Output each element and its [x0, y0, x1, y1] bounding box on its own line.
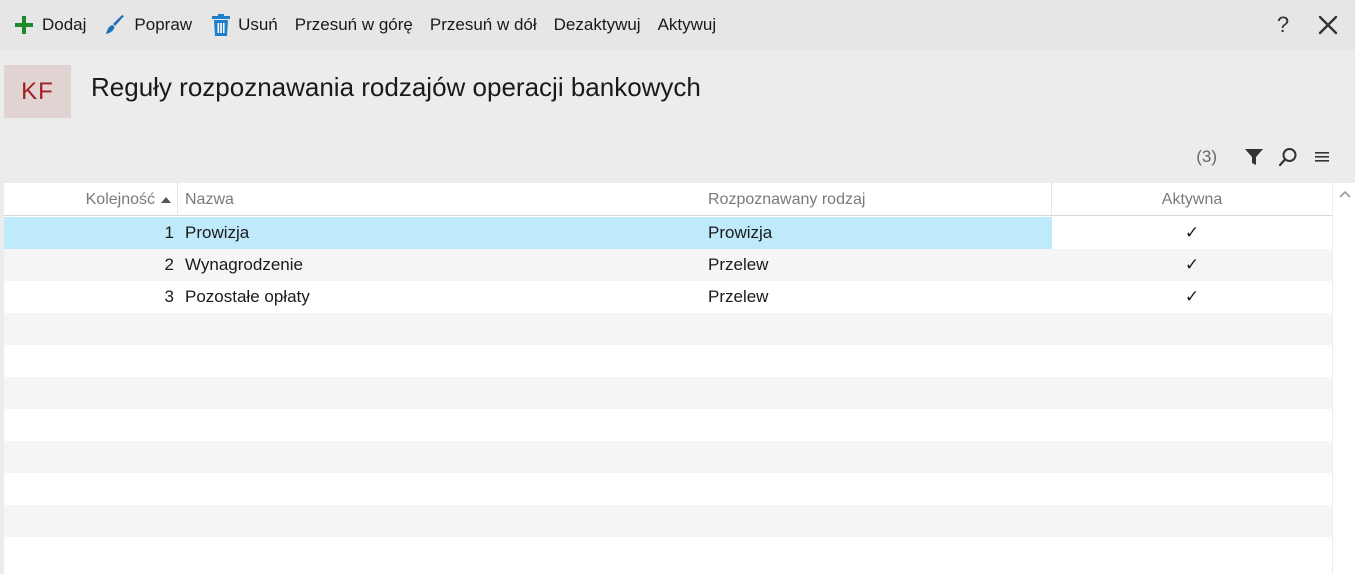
cell-name: Wynagrodzenie: [185, 255, 303, 274]
toolbar: Dodaj Popraw Usuń Przesuń w górę Przesuń: [0, 0, 1355, 50]
cell-kind: Przelew: [708, 255, 769, 274]
edit-button-label: Popraw: [134, 15, 193, 34]
empty-row: [4, 345, 1332, 377]
grid-tools: (3): [1196, 144, 1333, 170]
move-up-button-label: Przesuń w górę: [294, 15, 413, 34]
move-up-button[interactable]: Przesuń w górę: [295, 0, 413, 50]
column-header-name-label: Nazwa: [185, 190, 234, 208]
activate-button-label: Aktywuj: [657, 15, 717, 34]
table-row[interactable]: 1 Prowizja Prowizja ✓: [4, 217, 1332, 249]
activate-button[interactable]: Aktywuj: [658, 0, 717, 50]
chevron-up-icon[interactable]: [1338, 186, 1354, 202]
grid-header: Kolejność Nazwa Rozpoznawany rodzaj Akty…: [4, 183, 1332, 216]
move-down-button-label: Przesuń w dół: [429, 15, 537, 34]
cell-order: 2: [164, 255, 174, 274]
window-controls: ?: [1269, 0, 1355, 50]
empty-row: [4, 505, 1332, 537]
table-row[interactable]: 2 Wynagrodzenie Przelew ✓: [4, 249, 1332, 281]
deactivate-button[interactable]: Dezaktywuj: [554, 0, 641, 50]
page-title: Reguły rozpoznawania rodzajów operacji b…: [91, 72, 701, 102]
cell-name: Prowizja: [185, 223, 250, 242]
table-row[interactable]: 3 Pozostałe opłaty Przelew ✓: [4, 281, 1332, 313]
search-icon[interactable]: [1277, 146, 1299, 168]
page-header: KF Reguły rozpoznawania rodzajów operacj…: [0, 50, 1355, 182]
column-header-active[interactable]: Aktywna: [1052, 183, 1332, 216]
empty-row: [4, 313, 1332, 345]
cell-active-check: ✓: [1184, 287, 1200, 306]
cell-active-check: ✓: [1052, 217, 1332, 249]
empty-row: [4, 409, 1332, 441]
empty-row: [4, 473, 1332, 505]
edit-button[interactable]: Popraw: [104, 0, 192, 50]
add-button[interactable]: Dodaj: [14, 0, 86, 50]
data-grid: Kolejność Nazwa Rozpoznawany rodzaj Akty…: [4, 183, 1332, 574]
column-header-order-label: Kolejność: [85, 190, 155, 208]
trash-icon: [212, 14, 231, 36]
empty-row: [4, 377, 1332, 409]
plus-icon: [14, 15, 34, 35]
brush-icon: [104, 14, 126, 36]
cell-active-check: ✓: [1184, 255, 1200, 274]
column-header-order[interactable]: Kolejność: [4, 183, 178, 216]
empty-row: [4, 441, 1332, 473]
add-button-label: Dodaj: [42, 15, 87, 34]
sort-asc-icon: [161, 196, 171, 203]
column-header-name[interactable]: Nazwa: [178, 183, 708, 216]
delete-button-label: Usuń: [238, 15, 278, 34]
column-header-kind[interactable]: Rozpoznawany rodzaj: [708, 183, 1052, 216]
vertical-scrollbar[interactable]: [1333, 183, 1355, 574]
empty-row: [4, 537, 1332, 569]
help-icon[interactable]: ?: [1269, 12, 1297, 38]
move-down-button[interactable]: Przesuń w dół: [430, 0, 537, 50]
cell-kind: Prowizja: [708, 223, 773, 242]
deactivate-button-label: Dezaktywuj: [553, 15, 641, 34]
cell-order: 3: [164, 287, 174, 306]
menu-icon[interactable]: [1311, 146, 1333, 168]
delete-button[interactable]: Usuń: [212, 0, 278, 50]
close-icon[interactable]: [1315, 12, 1341, 38]
module-badge: KF: [4, 65, 71, 118]
record-count: (3): [1196, 147, 1217, 166]
cell-kind: Przelew: [708, 287, 769, 306]
filter-icon[interactable]: [1243, 146, 1265, 168]
grid-rows: 1 Prowizja Prowizja ✓ 2 Wynagrodzenie Pr…: [4, 217, 1332, 569]
column-header-kind-label: Rozpoznawany rodzaj: [708, 190, 866, 208]
cell-order: 1: [164, 223, 174, 242]
column-header-active-label: Aktywna: [1161, 190, 1223, 208]
cell-name: Pozostałe opłaty: [185, 287, 310, 306]
